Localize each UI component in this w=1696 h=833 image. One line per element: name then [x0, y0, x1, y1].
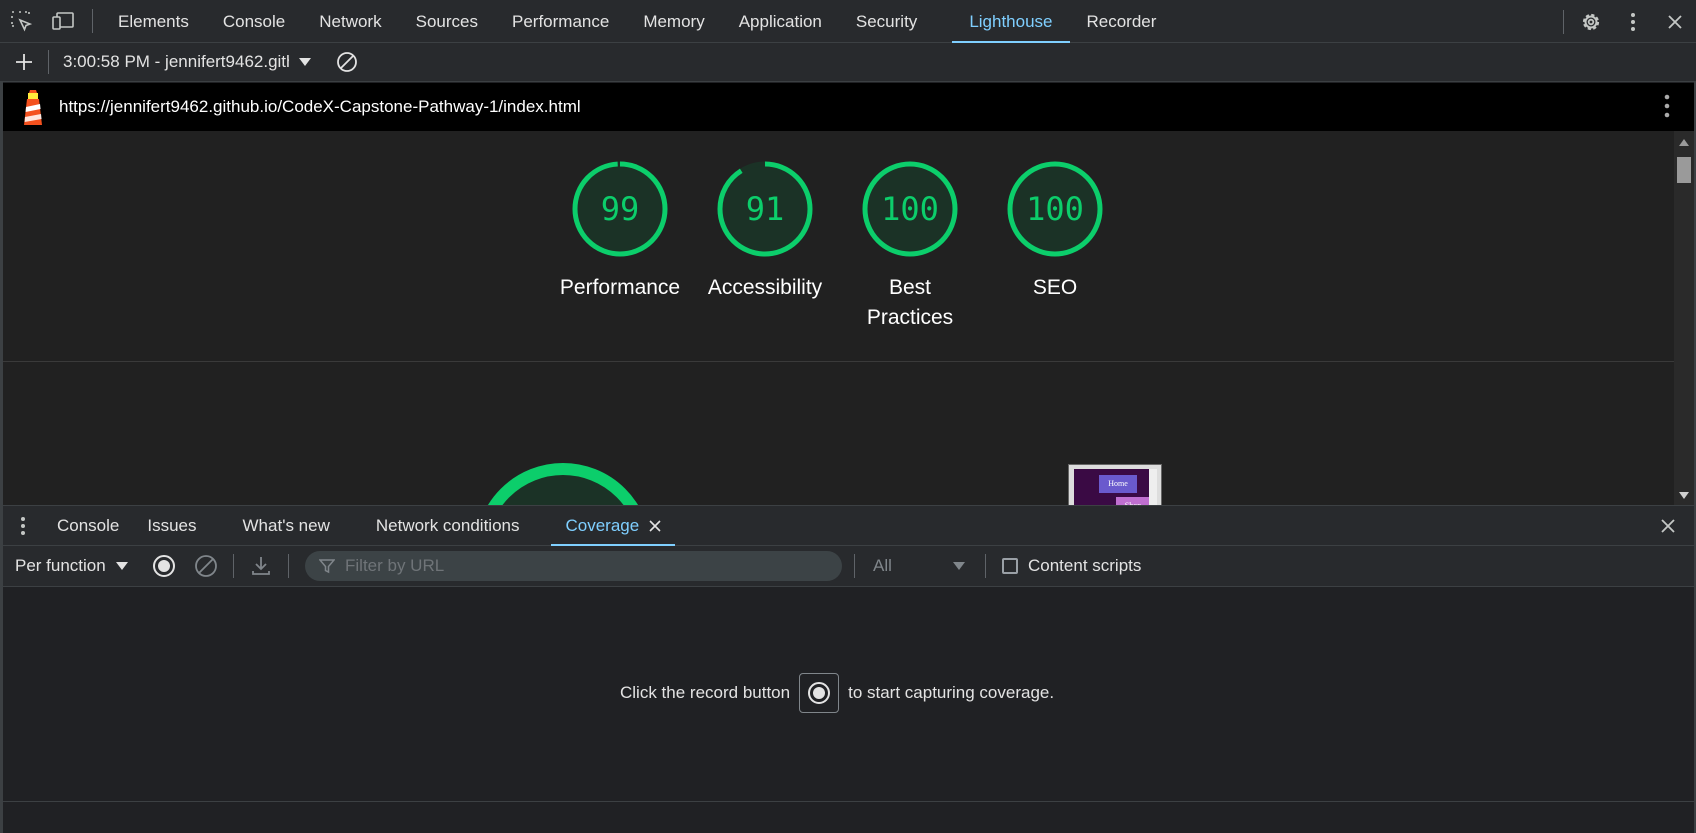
score-label: SEO	[1032, 276, 1078, 299]
drawer-tabbar: Console Issues What's new Network condit…	[3, 505, 1694, 546]
scroll-up-arrow-icon[interactable]	[1679, 139, 1689, 146]
score-gauge-performance[interactable]: 99 Performance	[555, 159, 685, 303]
clear-reports-icon[interactable]	[335, 50, 359, 74]
inspect-element-icon[interactable]	[0, 0, 42, 43]
tab-network[interactable]: Network	[302, 0, 398, 43]
toolbar-divider	[1563, 9, 1564, 34]
checkbox-box[interactable]	[1002, 558, 1018, 574]
download-icon[interactable]	[240, 546, 282, 587]
main-toolbar: Elements Console Network Sources Perform…	[0, 0, 1696, 43]
score-gauge-best-practices[interactable]: 100 Best Practices	[845, 159, 975, 333]
coverage-type-value: Per function	[15, 556, 106, 575]
content-scripts-label: Content scripts	[1028, 556, 1142, 575]
score-value: 91	[746, 190, 785, 228]
drawer-tab-console[interactable]: Console	[43, 506, 133, 546]
thumbnail-home-button: Home	[1099, 475, 1137, 493]
coverage-panel: Click the record button to start capturi…	[3, 587, 1694, 801]
new-report-button[interactable]	[0, 43, 48, 82]
performance-gauge-large	[473, 461, 653, 505]
toolbar-divider	[233, 554, 234, 578]
close-tab-icon[interactable]	[649, 506, 661, 546]
tab-performance[interactable]: Performance	[495, 0, 626, 43]
drawer-tab-issues[interactable]: Issues	[133, 506, 210, 546]
report-url[interactable]: https://jennifert9462.github.io/CodeX-Ca…	[59, 97, 581, 117]
drawer-tab-whats-new[interactable]: What's new	[229, 506, 344, 546]
coverage-toolbar: Per function All Content scripts	[3, 546, 1694, 587]
report-url-bar: https://jennifert9462.github.io/CodeX-Ca…	[3, 83, 1694, 131]
toolbar-divider	[92, 9, 93, 33]
report-selector[interactable]: 3:00:58 PM - jennifert9462.github.io	[49, 52, 289, 72]
vertical-dots-icon[interactable]	[1612, 0, 1654, 43]
tab-elements[interactable]: Elements	[101, 0, 206, 43]
close-drawer-icon[interactable]	[1648, 506, 1688, 546]
drawer-tab-coverage[interactable]: Coverage	[551, 506, 675, 546]
toolbar-divider	[854, 554, 855, 578]
filter-by-url-input[interactable]	[345, 556, 805, 576]
score-gauge-ring: 99	[572, 161, 668, 257]
drawer-menu-icon[interactable]	[3, 506, 43, 546]
url-type-value: All	[873, 556, 892, 575]
score-value: 99	[601, 190, 640, 228]
tab-security[interactable]: Security	[839, 0, 934, 43]
score-value: 100	[1026, 190, 1084, 228]
report-scrollbar[interactable]	[1674, 131, 1694, 505]
thumbnail-scrollbar	[1149, 469, 1157, 505]
score-gauge-seo[interactable]: 100 SEO	[990, 159, 1120, 303]
toolbar-divider	[985, 554, 986, 578]
chevron-down-icon	[953, 562, 965, 570]
lighthouse-report: 99 Performance 91 Accessibility 100 Best…	[3, 131, 1674, 505]
record-button[interactable]	[143, 546, 185, 587]
coverage-type-select[interactable]: Per function	[3, 556, 143, 576]
score-gauge-ring: 100	[862, 161, 958, 257]
drawer-tab-network-conditions[interactable]: Network conditions	[362, 506, 534, 546]
toolbar-divider	[288, 554, 289, 578]
lighthouse-toolbar: 3:00:58 PM - jennifert9462.github.io	[0, 43, 1696, 82]
score-gauge-accessibility[interactable]: 91 Accessibility	[700, 159, 830, 303]
tab-lighthouse[interactable]: Lighthouse	[952, 0, 1070, 43]
score-label: Performance	[559, 276, 681, 299]
scroll-down-arrow-icon[interactable]	[1679, 492, 1689, 499]
section-divider	[3, 361, 1674, 362]
score-gauge-ring: 100	[1007, 161, 1103, 257]
tab-application[interactable]: Application	[722, 0, 839, 43]
tab-console[interactable]: Console	[206, 0, 302, 43]
filter-icon	[319, 559, 335, 574]
close-icon[interactable]	[1654, 0, 1696, 43]
filter-field[interactable]	[305, 551, 842, 581]
content-scripts-checkbox[interactable]: Content scripts	[1002, 556, 1141, 576]
tab-sources[interactable]: Sources	[399, 0, 495, 43]
score-gauge-ring: 91	[717, 161, 813, 257]
chevron-down-icon	[115, 562, 128, 570]
thumbnail-page: Home Shop	[1074, 469, 1152, 505]
url-type-select[interactable]: All	[861, 556, 979, 576]
device-toolbar-icon[interactable]	[42, 0, 84, 43]
score-label: Accessibility	[707, 276, 823, 299]
gear-icon[interactable]	[1570, 0, 1612, 43]
clear-icon[interactable]	[185, 546, 227, 587]
tab-memory[interactable]: Memory	[626, 0, 721, 43]
drawer-tab-coverage-label: Coverage	[565, 515, 640, 535]
status-strip	[3, 801, 1694, 833]
thumbnail-shop-button: Shop	[1116, 497, 1150, 505]
vertical-dots-icon[interactable]	[1664, 93, 1670, 124]
score-value: 100	[881, 190, 939, 228]
message-before: Click the record button	[620, 683, 791, 702]
scrollbar-thumb[interactable]	[1677, 157, 1691, 183]
empty-state-message: Click the record button to start capturi…	[620, 673, 1054, 713]
page-screenshot-thumbnail[interactable]: Home Shop	[1068, 464, 1162, 505]
lighthouse-logo-icon	[19, 87, 47, 127]
tab-recorder[interactable]: Recorder	[1070, 0, 1174, 43]
chevron-down-icon[interactable]	[299, 58, 311, 66]
inline-record-button[interactable]	[799, 673, 840, 713]
score-label: Best Practices	[866, 276, 954, 329]
message-after: to start capturing coverage.	[848, 683, 1055, 702]
